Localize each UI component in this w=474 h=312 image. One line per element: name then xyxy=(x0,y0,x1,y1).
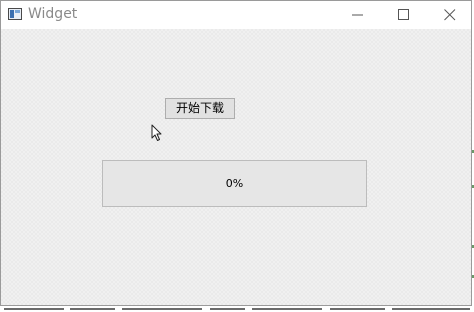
mouse-pointer-icon xyxy=(151,124,162,141)
app-window-icon xyxy=(8,8,22,20)
minimize-icon xyxy=(352,14,363,16)
main-window: Widget 开始下载 0% xyxy=(0,0,472,306)
close-button[interactable] xyxy=(427,1,473,29)
client-area: 开始下载 0% xyxy=(1,29,471,305)
maximize-icon xyxy=(398,9,409,20)
background-text-strip xyxy=(0,306,474,312)
window-title: Widget xyxy=(28,6,78,22)
maximize-button[interactable] xyxy=(381,1,427,29)
title-bar[interactable]: Widget xyxy=(1,1,471,29)
minimize-button[interactable] xyxy=(335,1,381,29)
download-progress-bar: 0% xyxy=(102,160,367,207)
progress-percent-label: 0% xyxy=(225,177,244,190)
start-download-button[interactable]: 开始下载 xyxy=(165,98,235,119)
close-icon xyxy=(444,9,456,21)
